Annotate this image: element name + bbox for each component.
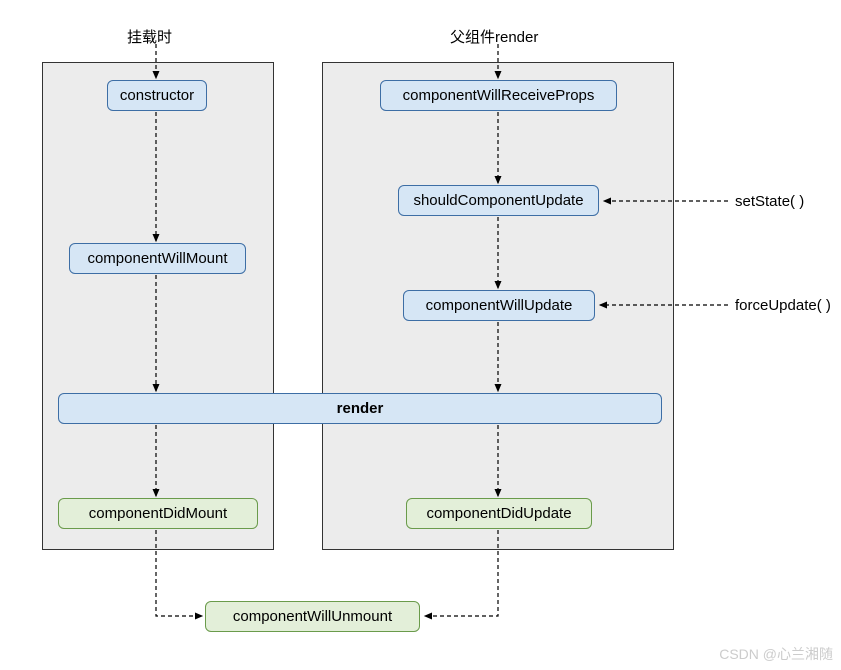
panel-mounting bbox=[42, 62, 274, 550]
title-parent-render: 父组件render bbox=[450, 26, 538, 47]
label-forceupdate: forceUpdate( ) bbox=[735, 297, 831, 314]
title-mounting: 挂载时 bbox=[127, 26, 172, 47]
label-setstate: setState( ) bbox=[735, 193, 804, 210]
node-render: render bbox=[58, 393, 662, 424]
node-constructor: constructor bbox=[107, 80, 207, 111]
node-should-component-update: shouldComponentUpdate bbox=[398, 185, 599, 216]
node-component-will-receive-props: componentWillReceiveProps bbox=[380, 80, 617, 111]
diagram-container: 挂载时 父组件render constructor componentWillM… bbox=[0, 0, 841, 670]
node-component-will-mount: componentWillMount bbox=[69, 243, 246, 274]
node-component-did-update: componentDidUpdate bbox=[406, 498, 592, 529]
watermark: CSDN @心兰湘随 bbox=[719, 644, 833, 664]
node-component-will-update: componentWillUpdate bbox=[403, 290, 595, 321]
node-component-did-mount: componentDidMount bbox=[58, 498, 258, 529]
node-component-will-unmount: componentWillUnmount bbox=[205, 601, 420, 632]
